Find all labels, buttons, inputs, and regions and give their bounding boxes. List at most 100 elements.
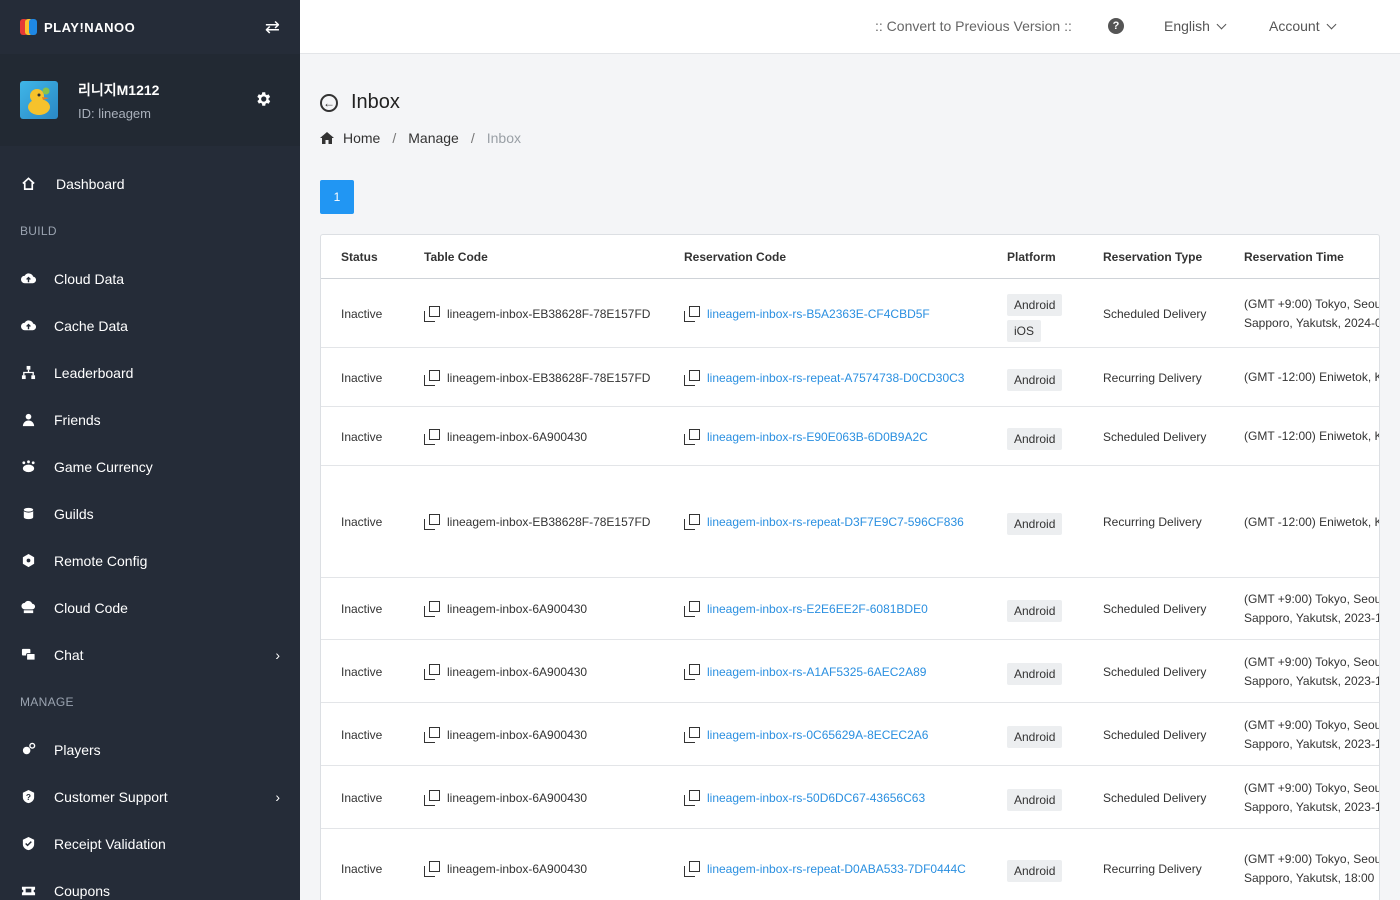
table-code-cell: lineagem-inbox-6A900430 bbox=[424, 726, 588, 743]
copy-icon[interactable] bbox=[684, 369, 700, 386]
status-cell: Inactive bbox=[341, 515, 383, 529]
copy-icon[interactable] bbox=[424, 305, 440, 322]
back-arrow-icon[interactable]: ← bbox=[320, 93, 338, 112]
help-icon[interactable]: ? bbox=[1108, 18, 1124, 34]
sidebar-item-label: Leaderboard bbox=[54, 364, 134, 381]
sidebar-item-cloud-code[interactable]: Cloud Code bbox=[0, 584, 300, 631]
pagination-page-button[interactable]: 1 bbox=[320, 180, 354, 214]
breadcrumb: Home / Manage / Inbox bbox=[320, 130, 521, 146]
users-icon bbox=[20, 412, 36, 428]
sidebar-item-label: Cloud Code bbox=[54, 599, 128, 616]
platform-badge: Android bbox=[1007, 293, 1063, 316]
reservation-time-line: (GMT -12:00) Eniwetok, K bbox=[1244, 370, 1380, 384]
convert-previous-version-link[interactable]: :: Convert to Previous Version :: bbox=[875, 18, 1072, 34]
reservation-code-link[interactable]: lineagem-inbox-rs-E2E6EE2F-6081BDE0 bbox=[707, 602, 928, 616]
header-reservation-time[interactable]: Reservation Time bbox=[1244, 250, 1344, 264]
reservation-code-link[interactable]: lineagem-inbox-rs-50D6DC67-43656C63 bbox=[707, 791, 925, 805]
profile-id: ID: lineagem bbox=[78, 105, 151, 121]
sidebar-item-friends[interactable]: Friends bbox=[0, 396, 300, 443]
reservation-time-cell: (GMT +9:00) Tokyo, Seoul, Sapporo, Yakuts… bbox=[1244, 295, 1379, 333]
account-dropdown[interactable]: Account bbox=[1269, 18, 1337, 34]
sidebar-item-coupons[interactable]: Coupons bbox=[0, 867, 300, 900]
logo[interactable]: PLAY!NANOO bbox=[20, 18, 135, 36]
copy-icon[interactable] bbox=[684, 305, 700, 322]
reservation-time-line: (GMT -12:00) Eniwetok, K bbox=[1244, 429, 1380, 443]
swap-icon[interactable]: ⇄ bbox=[265, 17, 280, 38]
table-code-text: lineagem-inbox-6A900430 bbox=[447, 602, 588, 616]
copy-icon[interactable] bbox=[684, 861, 700, 877]
copy-icon[interactable] bbox=[684, 601, 700, 617]
account-label: Account bbox=[1269, 18, 1320, 34]
platform-badge: Android bbox=[1007, 860, 1063, 882]
reservation-code-link[interactable]: lineagem-inbox-rs-E90E063B-6D0B9A2C bbox=[707, 430, 928, 444]
sidebar-item-players[interactable]: Players bbox=[0, 726, 300, 773]
header-reservation-type[interactable]: Reservation Type bbox=[1103, 250, 1202, 264]
reservation-code-link[interactable]: lineagem-inbox-rs-B5A2363E-CF4CBD5F bbox=[707, 307, 930, 321]
copy-icon[interactable] bbox=[424, 601, 440, 617]
copy-icon[interactable] bbox=[424, 861, 440, 877]
copy-icon[interactable] bbox=[684, 428, 700, 445]
sidebar-item-leaderboard[interactable]: Leaderboard bbox=[0, 349, 300, 396]
table-code-text: lineagem-inbox-6A900430 bbox=[447, 727, 588, 742]
reservation-time-line: Sapporo, Yakutsk, 2023-1 bbox=[1244, 736, 1380, 751]
breadcrumb-home[interactable]: Home bbox=[343, 130, 380, 146]
shield-check-icon bbox=[20, 836, 36, 852]
copy-icon[interactable] bbox=[424, 726, 440, 743]
platform-badge: Android bbox=[1007, 368, 1063, 391]
sidebar-item-label: Cache Data bbox=[54, 317, 128, 334]
copy-icon[interactable] bbox=[424, 663, 440, 680]
reservation-code-link[interactable]: lineagem-inbox-rs-repeat-A7574738-D0CD30… bbox=[707, 371, 964, 385]
sidebar-item-guilds[interactable]: Guilds bbox=[0, 490, 300, 537]
platform-cell: Android bbox=[1007, 662, 1063, 689]
sidebar-item-label: Customer Support bbox=[54, 788, 168, 805]
reservation-code-link[interactable]: lineagem-inbox-rs-0C65629A-8ECEC2A6 bbox=[707, 728, 928, 742]
reservation-time-line: (GMT +9:00) Tokyo, Seoul bbox=[1244, 654, 1380, 669]
sidebar-item-label: Coupons bbox=[54, 882, 111, 899]
logo-text: PLAY!NANOO bbox=[44, 19, 136, 35]
table-code-cell: lineagem-inbox-6A900430 bbox=[424, 861, 587, 877]
svg-text:?: ? bbox=[25, 792, 30, 802]
reservation-time-cell: (GMT +9:00) Tokyo, Seoul Sapporo, Yakutsk… bbox=[1244, 653, 1380, 691]
status-cell: Inactive bbox=[341, 727, 383, 742]
sidebar-item-customer-support[interactable]: ? Customer Support › bbox=[0, 773, 300, 820]
status-cell: Inactive bbox=[341, 306, 383, 321]
copy-icon[interactable] bbox=[424, 789, 440, 806]
copy-icon[interactable] bbox=[424, 514, 440, 530]
header-status[interactable]: Status bbox=[341, 250, 378, 264]
sidebar-item-dashboard[interactable]: Dashboard bbox=[0, 160, 300, 207]
copy-icon[interactable] bbox=[684, 726, 700, 743]
sidebar-item-label: Chat bbox=[54, 646, 84, 663]
table-code-text: lineagem-inbox-EB38628F-78E157FD bbox=[447, 370, 651, 385]
database-icon bbox=[20, 506, 36, 522]
copy-icon[interactable] bbox=[424, 428, 440, 445]
sidebar-item-remote-config[interactable]: Remote Config bbox=[0, 537, 300, 584]
copy-icon[interactable] bbox=[684, 514, 700, 530]
header-reservation-code[interactable]: Reservation Code bbox=[684, 250, 786, 264]
sidebar-item-receipt-validation[interactable]: Receipt Validation bbox=[0, 820, 300, 867]
reservation-time-cell: (GMT +9:00) Tokyo, Seoul Sapporo, Yakutsk… bbox=[1244, 716, 1380, 754]
reservation-code-link[interactable]: lineagem-inbox-rs-repeat-D3F7E9C7-596CF8… bbox=[707, 515, 964, 529]
table-code-text: lineagem-inbox-6A900430 bbox=[447, 664, 588, 679]
sidebar-item-chat[interactable]: Chat › bbox=[0, 631, 300, 678]
language-label: English bbox=[1164, 18, 1210, 34]
reservation-type-cell: Scheduled Delivery bbox=[1103, 429, 1207, 444]
table-row: Inactive lineagem-inbox-6A900430 lineagem-… bbox=[321, 703, 1379, 766]
reservation-code-cell: lineagem-inbox-rs-E90E063B-6D0B9A2C bbox=[684, 428, 928, 445]
gear-icon[interactable] bbox=[254, 90, 272, 108]
copy-icon[interactable] bbox=[684, 789, 700, 806]
copy-icon[interactable] bbox=[684, 663, 700, 680]
table-row: Inactive lineagem-inbox-6A900430 lineagem-… bbox=[321, 578, 1379, 640]
breadcrumb-separator: / bbox=[470, 130, 475, 146]
copy-icon[interactable] bbox=[424, 369, 440, 386]
reservation-code-link[interactable]: lineagem-inbox-rs-repeat-D0ABA533-7DF044… bbox=[707, 862, 966, 876]
cloud-upload-icon bbox=[20, 271, 36, 287]
header-table-code[interactable]: Table Code bbox=[424, 250, 488, 264]
header-platform[interactable]: Platform bbox=[1007, 250, 1056, 264]
breadcrumb-manage[interactable]: Manage bbox=[408, 130, 459, 146]
sidebar-item-game-currency[interactable]: Game Currency bbox=[0, 443, 300, 490]
reservation-code-link[interactable]: lineagem-inbox-rs-A1AF5325-6AEC2A89 bbox=[707, 665, 926, 679]
sidebar-item-cache-data[interactable]: Cache Data bbox=[0, 302, 300, 349]
language-dropdown[interactable]: English bbox=[1164, 18, 1227, 34]
sidebar-item-cloud-data[interactable]: Cloud Data bbox=[0, 255, 300, 302]
user-gear-icon bbox=[20, 742, 36, 758]
